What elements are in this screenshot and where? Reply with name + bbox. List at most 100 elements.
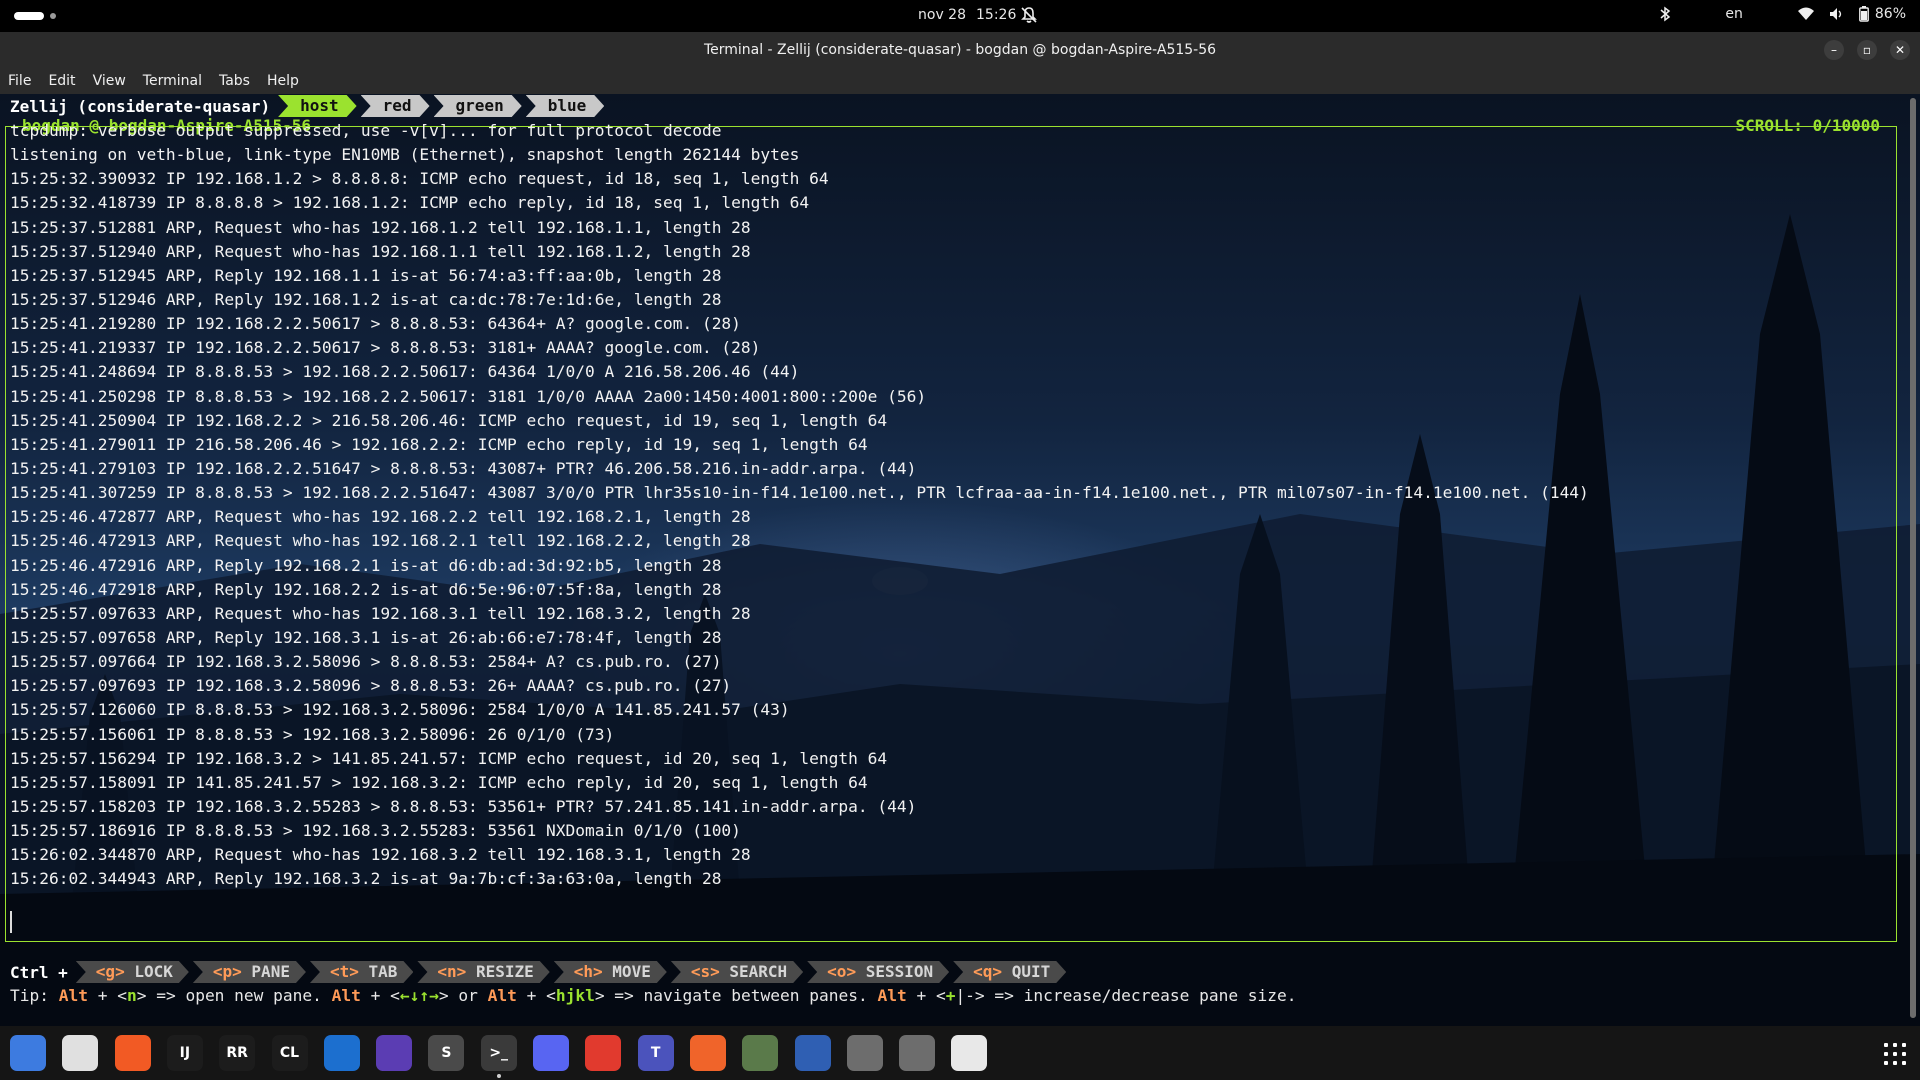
- volume-icon[interactable]: [1829, 7, 1845, 21]
- terminal-line: 15:25:46.472916 ARP, Reply 192.168.2.1 i…: [10, 555, 722, 575]
- menu-terminal[interactable]: Terminal: [143, 73, 211, 89]
- zellij-keybind-bar: Ctrl + <g> LOCK <p> PANE <t> TAB <n> RES…: [0, 960, 1070, 984]
- battery-percent: 86%: [1874, 6, 1906, 22]
- ctrl-prefix: Ctrl +: [10, 962, 68, 982]
- terminal-cursor: [10, 911, 12, 933]
- dock-icon-glyph: IJ: [179, 1045, 191, 1061]
- terminal-output[interactable]: tcpdump: verbose output suppressed, use …: [10, 119, 1589, 892]
- zellij-tab-bar: Zellij (considerate-quasar) host red gre…: [0, 94, 608, 118]
- terminal-line: 15:25:57.186916 IP 8.8.8.53 > 192.168.3.…: [10, 821, 741, 841]
- terminal-line: 15:25:41.307259 IP 8.8.8.53 > 192.168.2.…: [10, 483, 1589, 503]
- terminal-line: 15:25:57.097633 ARP, Request who-has 192…: [10, 603, 751, 623]
- session-name: Zellij (considerate-quasar): [10, 96, 271, 116]
- terminal-line: tcpdump: verbose output suppressed, use …: [10, 121, 722, 140]
- terminal-line: 15:25:41.250904 IP 192.168.2.2 > 216.58.…: [10, 410, 888, 430]
- tab-host[interactable]: host: [278, 95, 357, 117]
- keybind-search[interactable]: <s> SEARCH: [671, 961, 803, 983]
- workspace-dot: [50, 13, 56, 19]
- terminal-line: 15:25:57.097658 ARP, Reply 192.168.3.1 i…: [10, 627, 722, 647]
- terminal-line: 15:25:57.156294 IP 192.168.3.2 > 141.85.…: [10, 748, 888, 768]
- terminal-line: 15:25:46.472918 ARP, Reply 192.168.2.2 i…: [10, 579, 722, 599]
- dock: IJ RR CL S >_ T: [0, 1026, 1920, 1080]
- terminal-icon[interactable]: >_: [480, 1035, 517, 1071]
- network-tool-icon[interactable]: [742, 1035, 779, 1071]
- menu-file[interactable]: File: [8, 73, 40, 89]
- close-button[interactable]: ✕: [1890, 40, 1910, 60]
- notifications-muted-icon[interactable]: [1020, 6, 1038, 24]
- terminal-line: 15:25:41.279011 IP 216.58.206.46 > 192.1…: [10, 434, 868, 454]
- terminal-line: 15:25:41.250298 IP 8.8.8.53 > 192.168.2.…: [10, 386, 927, 406]
- files-icon[interactable]: [10, 1035, 46, 1071]
- keybind-tab[interactable]: <t> TAB: [310, 961, 413, 983]
- clock-date: nov 28: [918, 7, 966, 23]
- teams-icon[interactable]: T: [637, 1035, 674, 1071]
- terminal-view[interactable]: Zellij (considerate-quasar) host red gre…: [0, 94, 1920, 1026]
- keybind-resize[interactable]: <n> RESIZE: [417, 961, 549, 983]
- terminal-line: 15:25:57.126060 IP 8.8.8.53 > 192.168.3.…: [10, 700, 790, 720]
- wifi-icon[interactable]: [1797, 7, 1815, 21]
- scrollbar-thumb[interactable]: [1910, 98, 1916, 1018]
- pen-tool-icon[interactable]: [689, 1035, 726, 1071]
- terminal-line: 15:26:02.344943 ARP, Reply 192.168.3.2 i…: [10, 869, 722, 889]
- terminal-line: 15:25:57.097693 IP 192.168.3.2.58096 > 8…: [10, 676, 732, 696]
- tab-red[interactable]: red: [361, 95, 430, 117]
- minimize-button[interactable]: –: [1824, 40, 1844, 60]
- clock[interactable]: nov 28 15:26: [918, 7, 1016, 23]
- brave-icon[interactable]: [114, 1035, 151, 1071]
- zellij-tip: Tip: Alt + <n> => open new pane. Alt + <…: [10, 986, 1297, 1005]
- show-apps-grid-icon[interactable]: [1884, 1043, 1906, 1065]
- activities-indicator[interactable]: [14, 12, 56, 20]
- terminal-line: 15:25:57.156061 IP 8.8.8.53 > 192.168.3.…: [10, 724, 615, 744]
- system-tray[interactable]: en 86%: [1659, 6, 1906, 22]
- tab-blue[interactable]: blue: [526, 95, 605, 117]
- menu-tabs[interactable]: Tabs: [219, 73, 259, 89]
- disk-icon[interactable]: [846, 1035, 883, 1071]
- trash-icon[interactable]: [951, 1035, 988, 1071]
- battery-icon[interactable]: [1858, 6, 1869, 22]
- terminal-line: 15:25:41.219280 IP 192.168.2.2.50617 > 8…: [10, 314, 741, 334]
- terminal-line: 15:25:41.279103 IP 192.168.2.2.51647 > 8…: [10, 458, 917, 478]
- disk-icon-2[interactable]: [899, 1035, 936, 1071]
- maximize-button[interactable]: ▫: [1857, 40, 1877, 60]
- system-top-bar: nov 28 15:26 en 86%: [0, 0, 1920, 32]
- terminal-scrollbar[interactable]: [1910, 98, 1916, 1018]
- dock-icon-glyph: CL: [279, 1045, 300, 1061]
- terminal-line: 15:25:37.512946 ARP, Reply 192.168.1.2 i…: [10, 289, 722, 309]
- language-indicator[interactable]: en: [1725, 6, 1743, 22]
- terminal-line: 15:25:32.418739 IP 8.8.8.8 > 192.168.1.2…: [10, 193, 810, 213]
- menu-help[interactable]: Help: [267, 73, 308, 89]
- pdf-reader-icon[interactable]: [585, 1035, 622, 1071]
- dock-icon-glyph: T: [650, 1045, 661, 1061]
- keybind-lock[interactable]: <g> LOCK: [76, 961, 189, 983]
- dock-icon-glyph: RR: [226, 1045, 248, 1061]
- running-indicator: [496, 1074, 501, 1078]
- sublime-icon[interactable]: S: [428, 1035, 465, 1071]
- dock-icon-glyph: S: [441, 1045, 452, 1061]
- terminal-line: 15:25:41.248694 IP 8.8.8.53 > 192.168.2.…: [10, 362, 800, 382]
- rustrover-icon[interactable]: RR: [219, 1035, 256, 1071]
- window-title: Terminal - Zellij (considerate-quasar) -…: [703, 42, 1217, 58]
- bluetooth-icon[interactable]: [1659, 6, 1671, 22]
- terminal-line: 15:25:57.097664 IP 192.168.3.2.58096 > 8…: [10, 652, 722, 672]
- terminal-line: 15:25:46.472877 ARP, Request who-has 192…: [10, 507, 751, 527]
- window-titlebar[interactable]: Terminal - Zellij (considerate-quasar) -…: [0, 32, 1920, 68]
- terminal-line: 15:25:57.158091 IP 141.85.241.57 > 192.1…: [10, 772, 868, 792]
- intellij-icon[interactable]: IJ: [166, 1035, 203, 1071]
- menu-edit[interactable]: Edit: [48, 73, 84, 89]
- tab-green[interactable]: green: [434, 95, 522, 117]
- dock-icon-glyph: >_: [489, 1045, 509, 1061]
- keybind-pane[interactable]: <p> PANE: [193, 961, 306, 983]
- chrome-icon[interactable]: [62, 1035, 99, 1071]
- keybind-move[interactable]: <h> MOVE: [554, 961, 667, 983]
- terminal-line: 15:25:41.219337 IP 192.168.2.2.50617 > 8…: [10, 338, 761, 358]
- vscode-icon[interactable]: [323, 1035, 360, 1071]
- obsidian-icon[interactable]: [376, 1035, 413, 1071]
- keybind-session[interactable]: <o> SESSION: [807, 961, 949, 983]
- list-app-icon[interactable]: [794, 1035, 831, 1071]
- keybind-quit[interactable]: <q> QUIT: [953, 961, 1066, 983]
- discord-icon[interactable]: [533, 1035, 569, 1071]
- menu-bar: File Edit View Terminal Tabs Help: [0, 68, 1920, 94]
- menu-view[interactable]: View: [93, 73, 135, 89]
- terminal-line: 15:25:37.512881 ARP, Request who-has 192…: [10, 217, 751, 237]
- clion-icon[interactable]: CL: [271, 1035, 308, 1071]
